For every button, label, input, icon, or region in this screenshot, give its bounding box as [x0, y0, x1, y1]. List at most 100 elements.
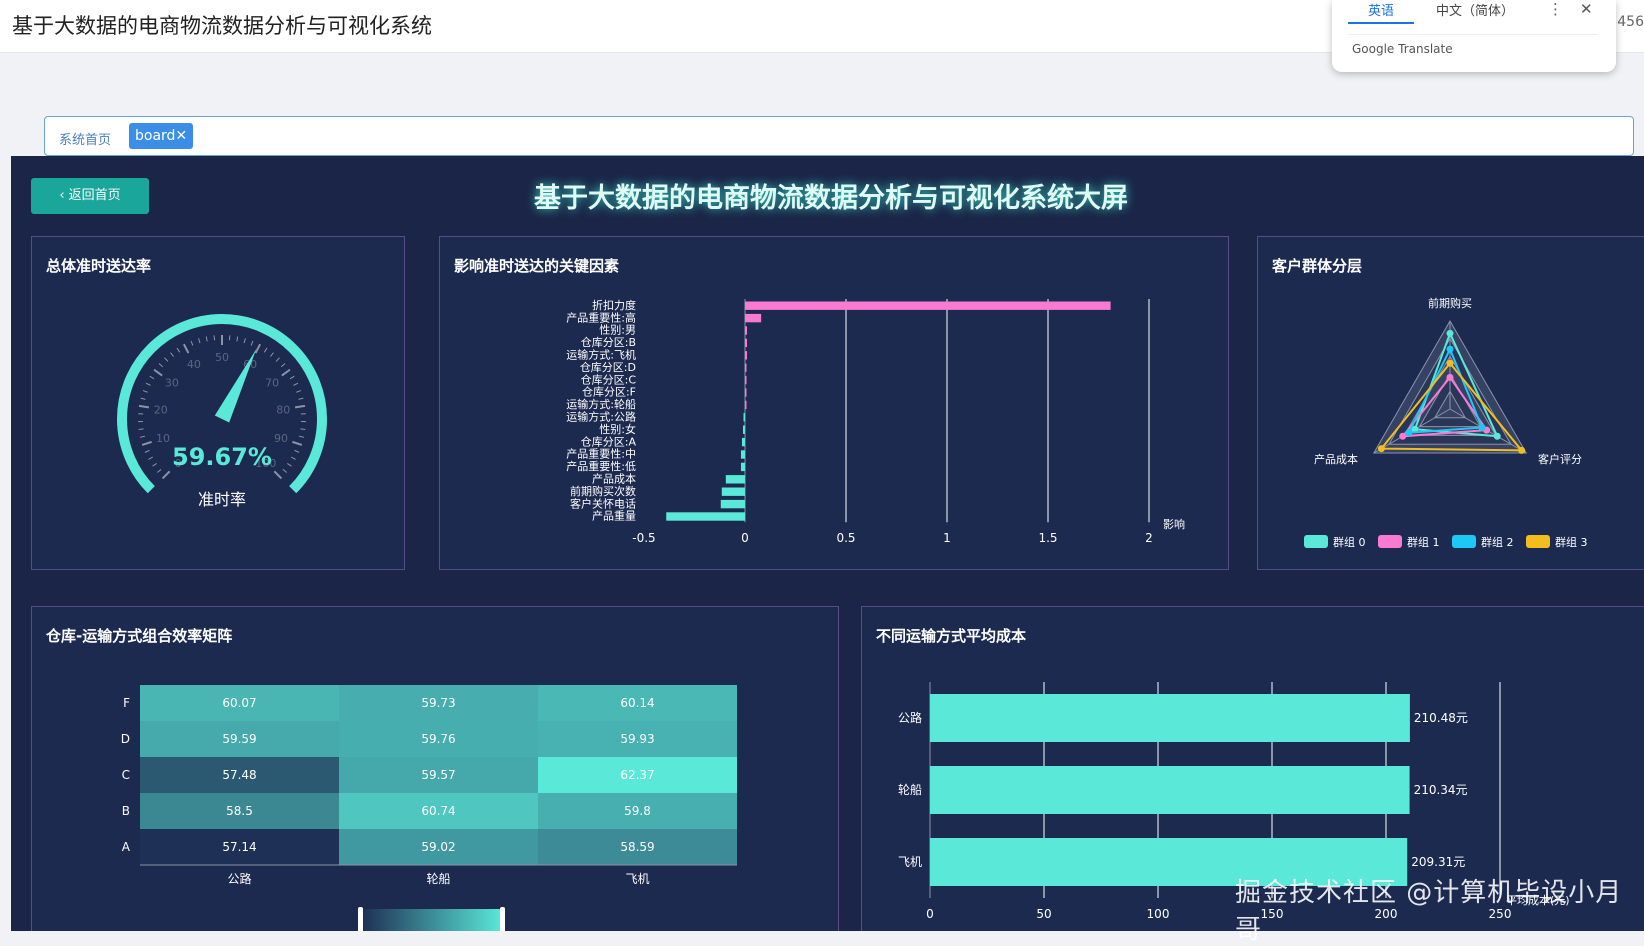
factors-category-label: 前期购买次数: [570, 484, 636, 498]
gauge-tick: [282, 370, 290, 376]
factors-bar: [742, 438, 745, 446]
factors-category-label: 性别:女: [599, 422, 636, 436]
dashboard-title: 基于大数据的电商物流数据分析与可视化系统大屏: [311, 176, 1351, 215]
radar-series-point: [1399, 433, 1406, 440]
close-icon[interactable]: ✕: [1580, 0, 1593, 18]
factors-category-label: 产品重量: [592, 509, 636, 523]
factors-category-label: 性别:男: [599, 323, 636, 337]
gauge-tick: [206, 336, 207, 341]
radar-indicator-label: 客户评分: [1538, 452, 1582, 466]
radar-legend-label: 群组 2: [1481, 535, 1514, 549]
gauge-tick: [244, 338, 245, 343]
radar-series-point: [1479, 424, 1486, 431]
gauge-tick: [153, 463, 157, 466]
gauge-tick: [177, 348, 180, 352]
factors-category-label: 折扣力度: [592, 298, 636, 312]
translate-tab-chinese[interactable]: 中文（简体）: [1436, 0, 1514, 19]
gauge-tick: [139, 406, 149, 408]
factors-chart: -0.500.511.52影响折扣力度产品重要性:高性别:男仓库分区:B运输方式…: [440, 237, 1228, 567]
cost-value-label: 209.31元: [1411, 855, 1465, 869]
tab-board[interactable]: board✕: [129, 123, 193, 149]
gauge-tick: [154, 370, 162, 376]
dashboard: ‹ 返回首页 基于大数据的电商物流数据分析与可视化系统大屏 总体准时送达率 01…: [11, 156, 1644, 931]
gauge-tick: [148, 457, 152, 459]
factors-bar: [745, 376, 747, 384]
radar-series-point: [1518, 447, 1525, 454]
factors-category-label: 产品重要性:中: [566, 447, 636, 461]
factors-tick-label: 0: [741, 531, 749, 545]
radar-series-point: [1405, 429, 1412, 436]
radar-series-point: [1447, 374, 1454, 381]
back-home-button[interactable]: ‹ 返回首页: [31, 178, 149, 214]
cost-tick-label: 0: [926, 907, 934, 921]
factors-category-label: 仓库分区:D: [580, 360, 636, 374]
gauge-tick: [145, 450, 150, 452]
more-options-icon[interactable]: ⋮: [1548, 0, 1563, 18]
gauge-tick-label: 90: [274, 432, 288, 445]
gauge-tick: [281, 363, 285, 366]
matrix-cell-value: 57.48: [222, 768, 256, 782]
cost-value-label: 210.34元: [1414, 783, 1468, 797]
cost-tick-label: 50: [1036, 907, 1051, 921]
matrix-visual-map-handle: [358, 907, 363, 931]
factors-category-label: 仓库分区:A: [581, 434, 637, 448]
cost-value-label: 210.48元: [1414, 711, 1468, 725]
radar-legend-swatch: [1452, 535, 1476, 548]
gauge-tick: [150, 376, 154, 379]
factors-category-label: 产品重要性:高: [566, 310, 636, 324]
matrix-cell-value: 60.74: [421, 804, 455, 818]
gauge-chart: 0102030405060708090100 59.67% 准时率: [32, 237, 404, 567]
factors-category-label: 产品成本: [592, 472, 636, 486]
matrix-row-label: D: [121, 732, 130, 746]
translate-popup: 英语 中文（简体） ⋮ ✕ Google Translate: [1332, 0, 1616, 72]
translate-divider: [1348, 34, 1598, 35]
factors-tick-label: 1.5: [1038, 531, 1057, 545]
gauge-tick: [164, 358, 167, 362]
radar-indicator-label: 前期购买: [1428, 296, 1472, 310]
matrix-cell-value: 58.59: [620, 840, 654, 854]
radar-indicator-label: 产品成本: [1314, 452, 1358, 466]
radar-chart: 前期购买客户评分产品成本群组 0群组 1群组 2群组 3: [1258, 237, 1644, 567]
factors-bar: [745, 364, 747, 372]
factors-bar: [745, 351, 747, 359]
matrix-panel: 仓库-运输方式组合效率矩阵 F60.0759.7360.14D59.5959.7…: [31, 606, 839, 931]
gauge-tick: [199, 338, 200, 343]
matrix-row-label: C: [122, 768, 130, 782]
gauge-tick: [251, 341, 253, 346]
factors-category-label: 客户关怀电话: [570, 496, 636, 510]
gauge-tick: [296, 391, 301, 393]
matrix-column-label: 公路: [227, 871, 251, 886]
radar-legend-swatch: [1304, 535, 1328, 548]
gauge-tick: [184, 344, 189, 353]
factors-category-label: 仓库分区:B: [581, 335, 636, 349]
matrix-row-label: F: [123, 696, 130, 710]
gauge-tick: [264, 348, 267, 352]
factors-bar: [745, 401, 747, 409]
gauge-tick: [142, 442, 152, 445]
matrix-cell-value: 59.8: [624, 804, 651, 818]
radar-series-point: [1494, 433, 1501, 440]
gauge-tick-label: 20: [154, 403, 168, 416]
matrix-row-label: A: [122, 840, 131, 854]
matrix-cell-value: 59.93: [620, 732, 654, 746]
radar-panel: 客户群体分层 前期购买客户评分产品成本群组 0群组 1群组 2群组 3: [1257, 236, 1644, 570]
factors-bar: [745, 326, 747, 334]
gauge-tick: [237, 336, 238, 341]
gauge-tick: [293, 383, 298, 385]
factors-axis-label: 影响: [1163, 518, 1185, 531]
gauge-tick: [291, 457, 295, 459]
radar-series-point: [1378, 445, 1385, 452]
cost-category-label: 轮船: [898, 783, 922, 797]
gauge-tick: [163, 471, 170, 478]
translate-tab-english[interactable]: 英语: [1368, 0, 1394, 19]
gauge-tick: [295, 450, 300, 452]
tab-home[interactable]: 系统首页: [59, 129, 111, 148]
radar-legend-swatch: [1526, 535, 1550, 548]
factors-tick-label: 2: [1145, 531, 1153, 545]
factors-category-label: 运输方式:轮船: [566, 397, 636, 411]
factors-bar: [741, 463, 745, 471]
matrix-cell-value: 60.14: [620, 696, 654, 710]
gauge-tick: [300, 429, 305, 430]
translate-brand: Google Translate: [1352, 42, 1453, 56]
gauge-tick: [171, 353, 174, 357]
